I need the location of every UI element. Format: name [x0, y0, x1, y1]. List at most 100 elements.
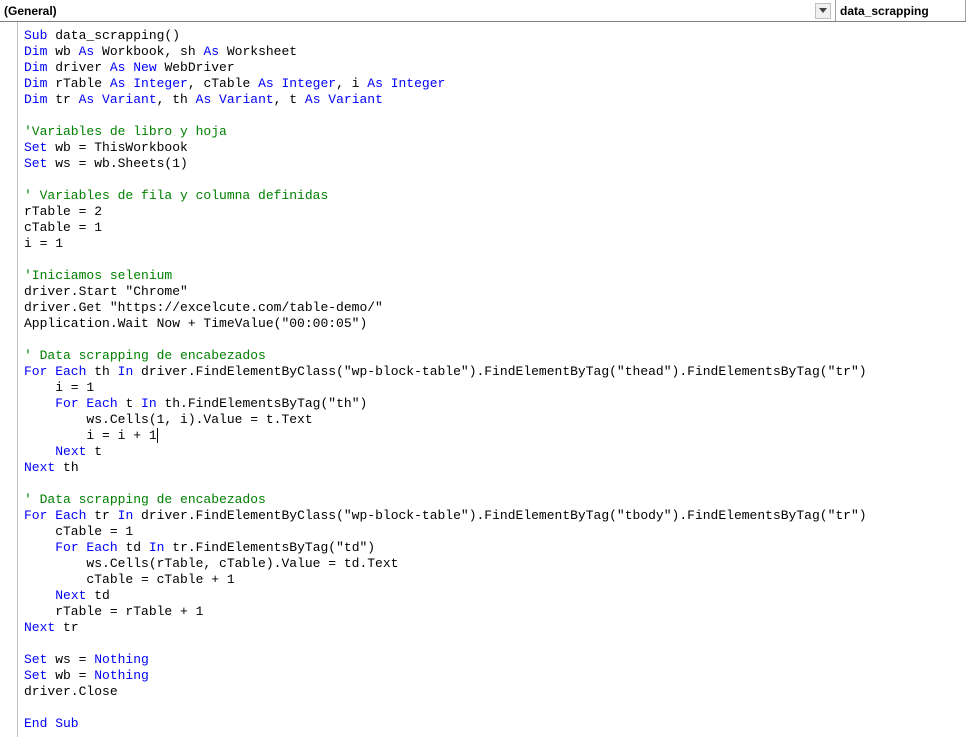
code-token: td [118, 540, 149, 555]
code-token: As [79, 44, 95, 59]
code-token: 'Variables de libro y hoja [24, 124, 227, 139]
procedure-dropdown-label: data_scrapping [840, 4, 929, 18]
code-token: i = 1 [24, 236, 63, 251]
code-token: Sub [24, 28, 47, 43]
code-token: For Each [55, 396, 117, 411]
code-token: Set [24, 156, 47, 171]
code-line: driver.Close [24, 684, 867, 700]
code-token: As Variant [79, 92, 157, 107]
code-token: th.FindElementsByTag("th") [157, 396, 368, 411]
code-line: Application.Wait Now + TimeValue("00:00:… [24, 316, 867, 332]
code-line: For Each t In th.FindElementsByTag("th") [24, 396, 867, 412]
code-line: Dim tr As Variant, th As Variant, t As V… [24, 92, 867, 108]
code-line [24, 108, 867, 124]
object-dropdown[interactable]: (General) [0, 0, 836, 21]
code-token [157, 428, 158, 443]
code-token: Set [24, 140, 47, 155]
code-line: cTable = 1 [24, 220, 867, 236]
code-token: Next [55, 444, 86, 459]
code-token: ws = wb.Sheets(1) [47, 156, 187, 171]
code-token: Set [24, 652, 47, 667]
top-bar: (General) data_scrapping [0, 0, 966, 22]
code-token: Nothing [94, 652, 149, 667]
code-line: Next td [24, 588, 867, 604]
code-token: data_scrapping() [47, 28, 180, 43]
code-line: ' Variables de fila y columna definidas [24, 188, 867, 204]
code-token: t [118, 396, 141, 411]
code-line [24, 252, 867, 268]
code-line [24, 700, 867, 716]
code-line: cTable = cTable + 1 [24, 572, 867, 588]
code-token: Dim [24, 44, 47, 59]
code-token: Worksheet [219, 44, 297, 59]
code-line: Set ws = wb.Sheets(1) [24, 156, 867, 172]
code-line: End Sub [24, 716, 867, 732]
code-token: Next [24, 620, 55, 635]
code-line: Set wb = Nothing [24, 668, 867, 684]
code-token: Set [24, 668, 47, 683]
code-line: For Each th In driver.FindElementByClass… [24, 364, 867, 380]
code-token: Dim [24, 60, 47, 75]
code-line: Dim driver As New WebDriver [24, 60, 867, 76]
code-token: rTable = 2 [24, 204, 102, 219]
code-line [24, 172, 867, 188]
code-line: Next tr [24, 620, 867, 636]
code-line: i = i + 1 [24, 428, 867, 444]
code-line: 'Iniciamos selenium [24, 268, 867, 284]
code-line: Set ws = Nothing [24, 652, 867, 668]
code-token: driver [47, 60, 109, 75]
code-token: cTable = 1 [24, 524, 133, 539]
code-line: Sub data_scrapping() [24, 28, 867, 44]
code-token [24, 444, 55, 459]
code-token: tr [55, 620, 78, 635]
code-token: driver.Start "Chrome" [24, 284, 188, 299]
code-token: tr.FindElementsByTag("td") [164, 540, 375, 555]
code-line: rTable = 2 [24, 204, 867, 220]
procedure-dropdown[interactable]: data_scrapping [836, 0, 966, 21]
code-token: wb = ThisWorkbook [47, 140, 187, 155]
code-token: driver.FindElementByClass("wp-block-tabl… [133, 508, 866, 523]
code-token: End Sub [24, 716, 79, 731]
code-line: i = 1 [24, 236, 867, 252]
code-token: ws = [47, 652, 94, 667]
code-token: ws.Cells(rTable, cTable).Value = td.Text [24, 556, 398, 571]
code-gutter [0, 22, 18, 737]
code-token: ' Data scrapping de encabezados [24, 492, 266, 507]
object-dropdown-label: (General) [4, 4, 57, 18]
code-token: WebDriver [157, 60, 235, 75]
code-token: In [141, 396, 157, 411]
code-token: For Each [24, 508, 86, 523]
chevron-down-icon [815, 3, 831, 19]
code-token [24, 588, 55, 603]
code-token: ws.Cells(1, i).Value = t.Text [24, 412, 313, 427]
code-token: Dim [24, 92, 47, 107]
code-token: tr [47, 92, 78, 107]
code-token: wb [47, 44, 78, 59]
code-editor[interactable]: Sub data_scrapping()Dim wb As Workbook, … [18, 22, 873, 737]
code-token: driver.Close [24, 684, 118, 699]
code-line: driver.Start "Chrome" [24, 284, 867, 300]
code-token: As [203, 44, 219, 59]
code-line: For Each td In tr.FindElementsByTag("td"… [24, 540, 867, 556]
code-line: Next th [24, 460, 867, 476]
code-token [24, 540, 55, 555]
code-token: As Variant [305, 92, 383, 107]
code-token: cTable = cTable + 1 [24, 572, 235, 587]
code-token: rTable = rTable + 1 [24, 604, 203, 619]
code-token: Workbook, sh [94, 44, 203, 59]
code-line: Next t [24, 444, 867, 460]
code-line [24, 476, 867, 492]
code-token: Next [24, 460, 55, 475]
code-line: Set wb = ThisWorkbook [24, 140, 867, 156]
code-token: t [86, 444, 102, 459]
code-line: i = 1 [24, 380, 867, 396]
code-token [24, 396, 55, 411]
code-token: For Each [24, 364, 86, 379]
code-token: , t [274, 92, 305, 107]
code-line: ws.Cells(1, i).Value = t.Text [24, 412, 867, 428]
code-token: driver.Get "https://excelcute.com/table-… [24, 300, 383, 315]
code-token: driver.FindElementByClass("wp-block-tabl… [133, 364, 866, 379]
code-token: ' Variables de fila y columna definidas [24, 188, 328, 203]
code-token: As Integer [258, 76, 336, 91]
code-token: th [55, 460, 78, 475]
